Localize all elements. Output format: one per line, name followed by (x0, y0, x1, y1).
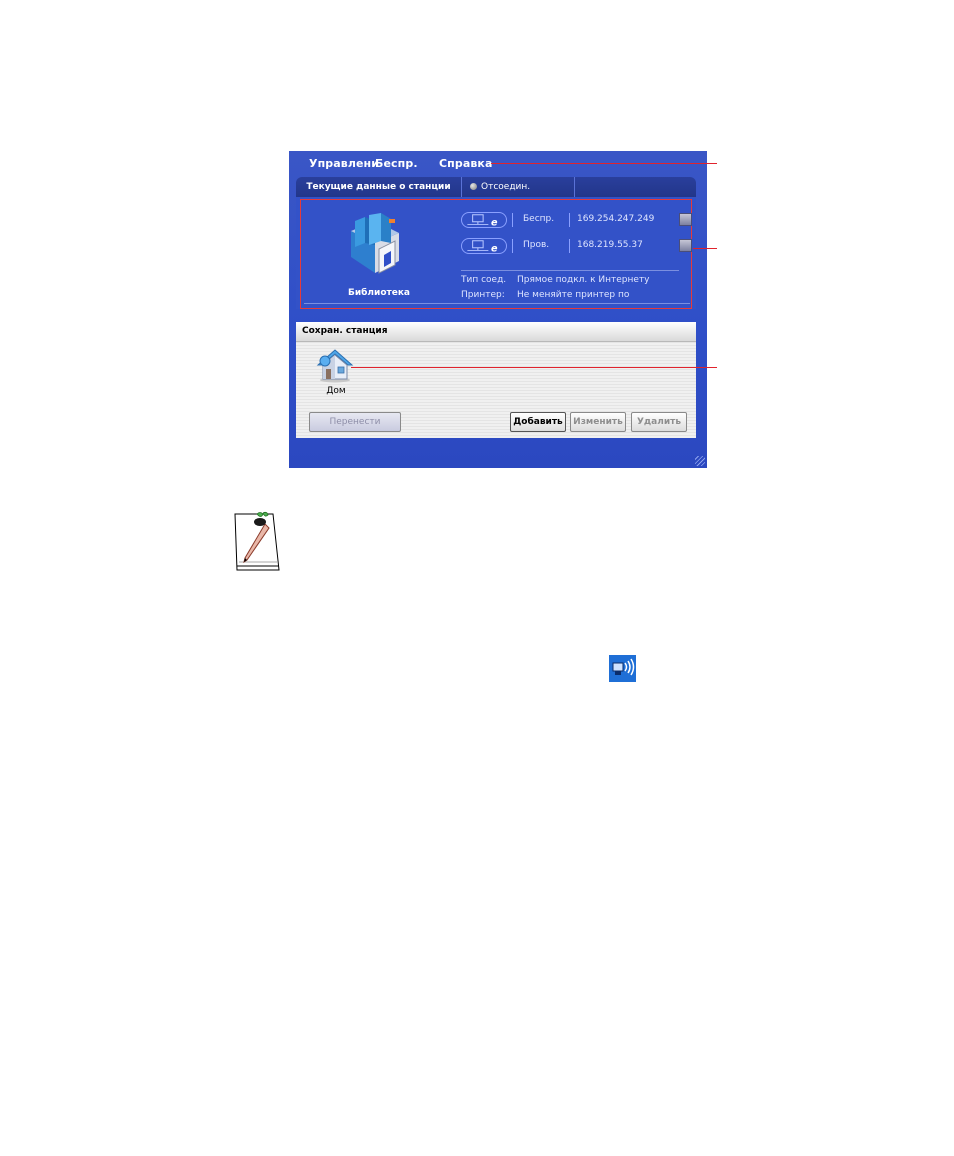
callout-line-menu (491, 163, 717, 164)
saved-stations-panel: Сохран. станция Дом Перенести Добавить И… (296, 322, 696, 438)
status-led-icon (470, 183, 477, 190)
separator (512, 239, 513, 253)
status-label: Отсоедин. (481, 182, 531, 192)
connection-type-line: Тип соед. Прямое подкл. к Интернету (461, 275, 650, 285)
tab-connection-status[interactable]: Отсоедин. (468, 177, 575, 197)
library-books-icon (351, 213, 399, 274)
divider (461, 270, 679, 271)
edit-button[interactable]: Изменить (570, 412, 626, 432)
printer-line: Принтер: Не меняйте принтер по (461, 290, 629, 300)
station-name: Библиотека (347, 288, 411, 298)
callout-line-info (693, 248, 717, 249)
note-pencil-icon (234, 511, 280, 571)
separator (512, 213, 513, 227)
divider (304, 303, 690, 304)
wired-connection-row: e Пров. 168.219.55.37 (461, 236, 692, 256)
move-button[interactable]: Перенести (309, 412, 401, 432)
wireless-connection-row: e Беспр. 169.254.247.249 (461, 210, 692, 230)
svg-text:e: e (491, 217, 498, 227)
tab-current-station[interactable]: Текущие данные о станции (296, 177, 462, 197)
connection-ip: 169.254.247.249 (577, 214, 655, 224)
svg-text:e: e (491, 243, 498, 253)
menu-wireless[interactable]: Беспр. (375, 157, 418, 170)
printer-value: Не меняйте принтер по (517, 290, 630, 300)
menu-help[interactable]: Справка (439, 157, 493, 170)
wireless-manager-window: Управлени Беспр. Справка Текущие данные … (289, 151, 707, 468)
printer-label: Принтер: (461, 290, 505, 300)
menu-manage[interactable]: Управлени (309, 157, 379, 170)
separator (569, 239, 570, 253)
resize-grip[interactable] (695, 456, 705, 466)
connection-type: Пров. (523, 240, 550, 250)
connection-type: Беспр. (523, 214, 555, 224)
tab-strip: Текущие данные о станции Отсоедин. (296, 177, 696, 197)
separator (569, 213, 570, 227)
home-label: Дом (326, 386, 346, 396)
connection-type-value: Прямое подкл. к Интернету (517, 275, 650, 285)
callout-line-saved (351, 367, 717, 368)
wireless-settings-button[interactable] (679, 213, 692, 226)
network-ie-icon: e (461, 238, 507, 254)
connection-type-label: Тип соед. (461, 275, 507, 285)
add-button[interactable]: Добавить (510, 412, 566, 432)
home-icon[interactable] (316, 347, 354, 383)
delete-button[interactable]: Удалить (631, 412, 687, 432)
connection-ip: 168.219.55.37 (577, 240, 643, 250)
wired-settings-button[interactable] (679, 239, 692, 252)
wireless-tray-icon (609, 655, 636, 682)
saved-stations-title: Сохран. станция (302, 326, 388, 336)
saved-stations-header: Сохран. станция (296, 322, 696, 342)
network-ie-icon: e (461, 212, 507, 228)
